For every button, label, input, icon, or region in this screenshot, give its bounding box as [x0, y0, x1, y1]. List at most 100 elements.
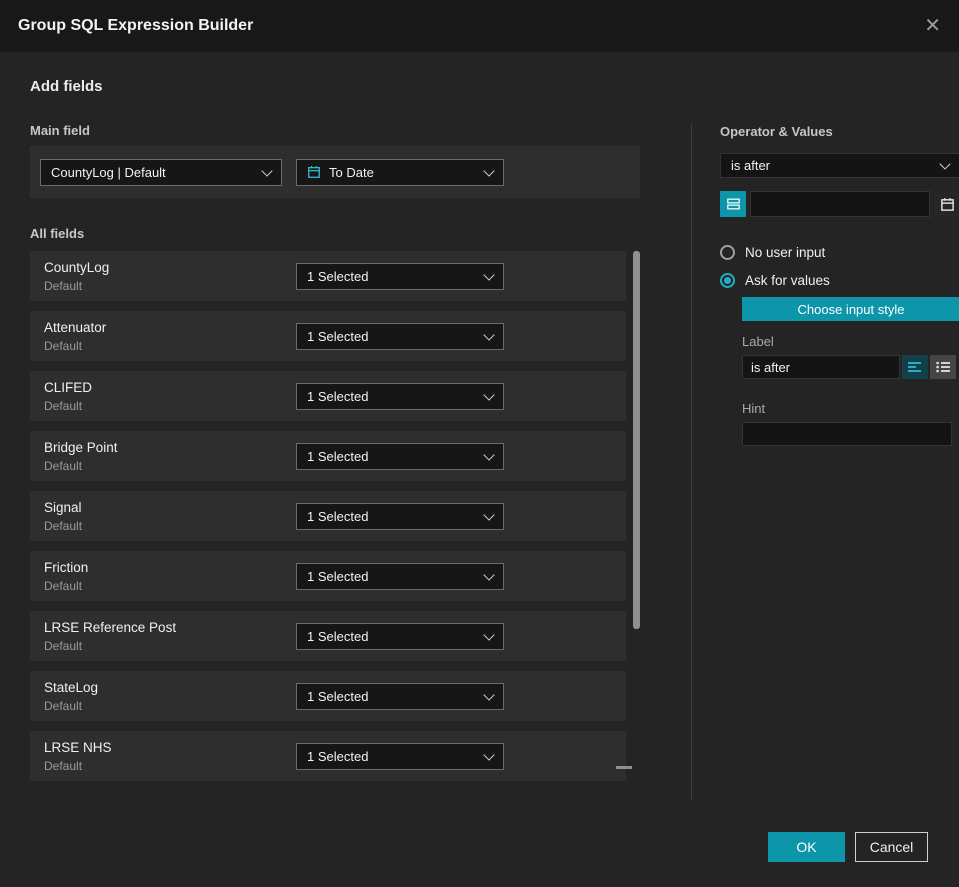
field-info: Friction Default: [44, 560, 296, 593]
field-info: LRSE NHS Default: [44, 740, 296, 773]
field-selection-value: 1 Selected: [307, 328, 369, 344]
radio-no-user-input[interactable]: No user input: [720, 245, 959, 260]
chevron-down-icon: [483, 748, 495, 761]
chevron-down-icon: [483, 568, 495, 581]
field-type: Default: [44, 338, 83, 353]
single-line-input-style-button[interactable]: [902, 355, 928, 379]
dialog-footer: OK Cancel: [768, 832, 928, 862]
ok-button[interactable]: OK: [768, 832, 845, 862]
main-field-label: Main field: [30, 123, 90, 138]
field-info: StateLog Default: [44, 680, 296, 713]
all-fields-list: CountyLog Default 1 Selected Attenuator …: [30, 251, 640, 781]
field-row: LRSE NHS Default 1 Selected: [30, 731, 626, 781]
dialog-title: Group SQL Expression Builder: [18, 17, 254, 34]
value-row: [720, 191, 959, 217]
all-fields-label: All fields: [30, 226, 85, 241]
field-row: LRSE Reference Post Default 1 Selected: [30, 611, 626, 661]
field-type: Default: [44, 398, 83, 413]
label-input[interactable]: [742, 355, 900, 379]
single-line-input-icon: [908, 362, 921, 372]
field-info: Signal Default: [44, 500, 296, 533]
field-selection-value: 1 Selected: [307, 628, 369, 644]
field-selection-value: 1 Selected: [307, 688, 369, 704]
field-selection-value: 1 Selected: [307, 448, 369, 464]
calendar-button[interactable]: [934, 191, 959, 217]
field-type: Default: [44, 758, 83, 773]
field-info: LRSE Reference Post Default: [44, 620, 296, 653]
main-field-select[interactable]: CountyLog | Default: [40, 158, 282, 186]
chevron-down-icon: [483, 628, 495, 641]
field-row: Friction Default 1 Selected: [30, 551, 626, 601]
calendar-icon: [308, 166, 320, 178]
field-selection-value: 1 Selected: [307, 268, 369, 284]
label-caption: Label: [742, 334, 774, 349]
vertical-scrollbar[interactable]: [633, 251, 640, 629]
field-name: StateLog: [44, 679, 99, 695]
field-name: Friction: [44, 559, 89, 575]
field-row: Bridge Point Default 1 Selected: [30, 431, 626, 481]
field-selection-select[interactable]: 1 Selected: [296, 562, 504, 590]
list-input-style-button[interactable]: [930, 355, 956, 379]
field-type: Default: [44, 578, 83, 593]
value-input[interactable]: [750, 191, 930, 217]
field-selection-select[interactable]: 1 Selected: [296, 682, 504, 710]
add-fields-heading: Add fields: [30, 78, 103, 95]
dialog-body: Add fields Main field CountyLog | Defaul…: [0, 52, 959, 800]
hint-input[interactable]: [742, 422, 952, 446]
field-selection-value: 1 Selected: [307, 568, 369, 584]
field-selection-value: 1 Selected: [307, 388, 369, 404]
field-info: Attenuator Default: [44, 320, 296, 353]
field-type: Default: [44, 518, 83, 533]
close-icon[interactable]: ✕: [924, 16, 941, 36]
chevron-down-icon: [939, 158, 951, 170]
field-name: CountyLog: [44, 259, 110, 275]
column-divider: [691, 124, 692, 800]
main-field-panel: CountyLog | Default To Date: [30, 146, 640, 198]
chevron-down-icon: [261, 164, 273, 177]
radio-ask-for-values[interactable]: Ask for values: [720, 273, 959, 288]
chevron-down-icon: [483, 448, 495, 461]
field-row: Signal Default 1 Selected: [30, 491, 626, 541]
field-info: CountyLog Default: [44, 260, 296, 293]
operator-select[interactable]: is after: [720, 153, 959, 178]
radio-ask-for-values-label: Ask for values: [745, 273, 830, 288]
horizontal-scrollbar[interactable]: [616, 766, 632, 769]
field-selection-select[interactable]: 1 Selected: [296, 262, 504, 290]
radio-no-user-input-label: No user input: [745, 245, 826, 260]
calendar-icon: [940, 197, 954, 211]
dialog-header: Group SQL Expression Builder ✕: [0, 0, 959, 52]
field-name: CLIFED: [44, 379, 93, 395]
field-type: Default: [44, 278, 83, 293]
chevron-down-icon: [483, 688, 495, 701]
field-name: LRSE NHS: [44, 739, 112, 755]
input-style-toggle-button[interactable]: [720, 191, 746, 217]
field-row: Attenuator Default 1 Selected: [30, 311, 626, 361]
field-selection-select[interactable]: 1 Selected: [296, 622, 504, 650]
field-selection-select[interactable]: 1 Selected: [296, 322, 504, 350]
field-selection-select[interactable]: 1 Selected: [296, 442, 504, 470]
field-selection-select[interactable]: 1 Selected: [296, 502, 504, 530]
main-date-select[interactable]: To Date: [296, 158, 504, 186]
operator-values-heading: Operator & Values: [720, 124, 833, 139]
field-row: StateLog Default 1 Selected: [30, 671, 626, 721]
chevron-down-icon: [483, 328, 495, 341]
main-date-select-value: To Date: [329, 164, 374, 180]
ask-for-values-options: Choose input style Label is after Hint: [742, 297, 959, 446]
cancel-button[interactable]: Cancel: [855, 832, 928, 862]
field-row: CLIFED Default 1 Selected: [30, 371, 626, 421]
field-selection-value: 1 Selected: [307, 508, 369, 524]
field-type: Default: [44, 458, 83, 473]
field-name: Signal: [44, 499, 82, 515]
field-name: LRSE Reference Post: [44, 619, 177, 635]
operator-values-section: Operator & Values is after No user input…: [720, 78, 959, 446]
field-row: CountyLog Default 1 Selected: [30, 251, 626, 301]
field-selection-select[interactable]: 1 Selected: [296, 742, 504, 770]
label-row: [742, 355, 959, 379]
choose-input-style-button[interactable]: Choose input style: [742, 297, 959, 321]
field-name: Bridge Point: [44, 439, 118, 455]
field-name: Attenuator: [44, 319, 107, 335]
radio-selected-icon: [720, 273, 735, 288]
add-fields-section: Add fields Main field CountyLog | Defaul…: [30, 78, 670, 791]
field-selection-select[interactable]: 1 Selected: [296, 382, 504, 410]
input-fields-icon: [726, 198, 740, 210]
